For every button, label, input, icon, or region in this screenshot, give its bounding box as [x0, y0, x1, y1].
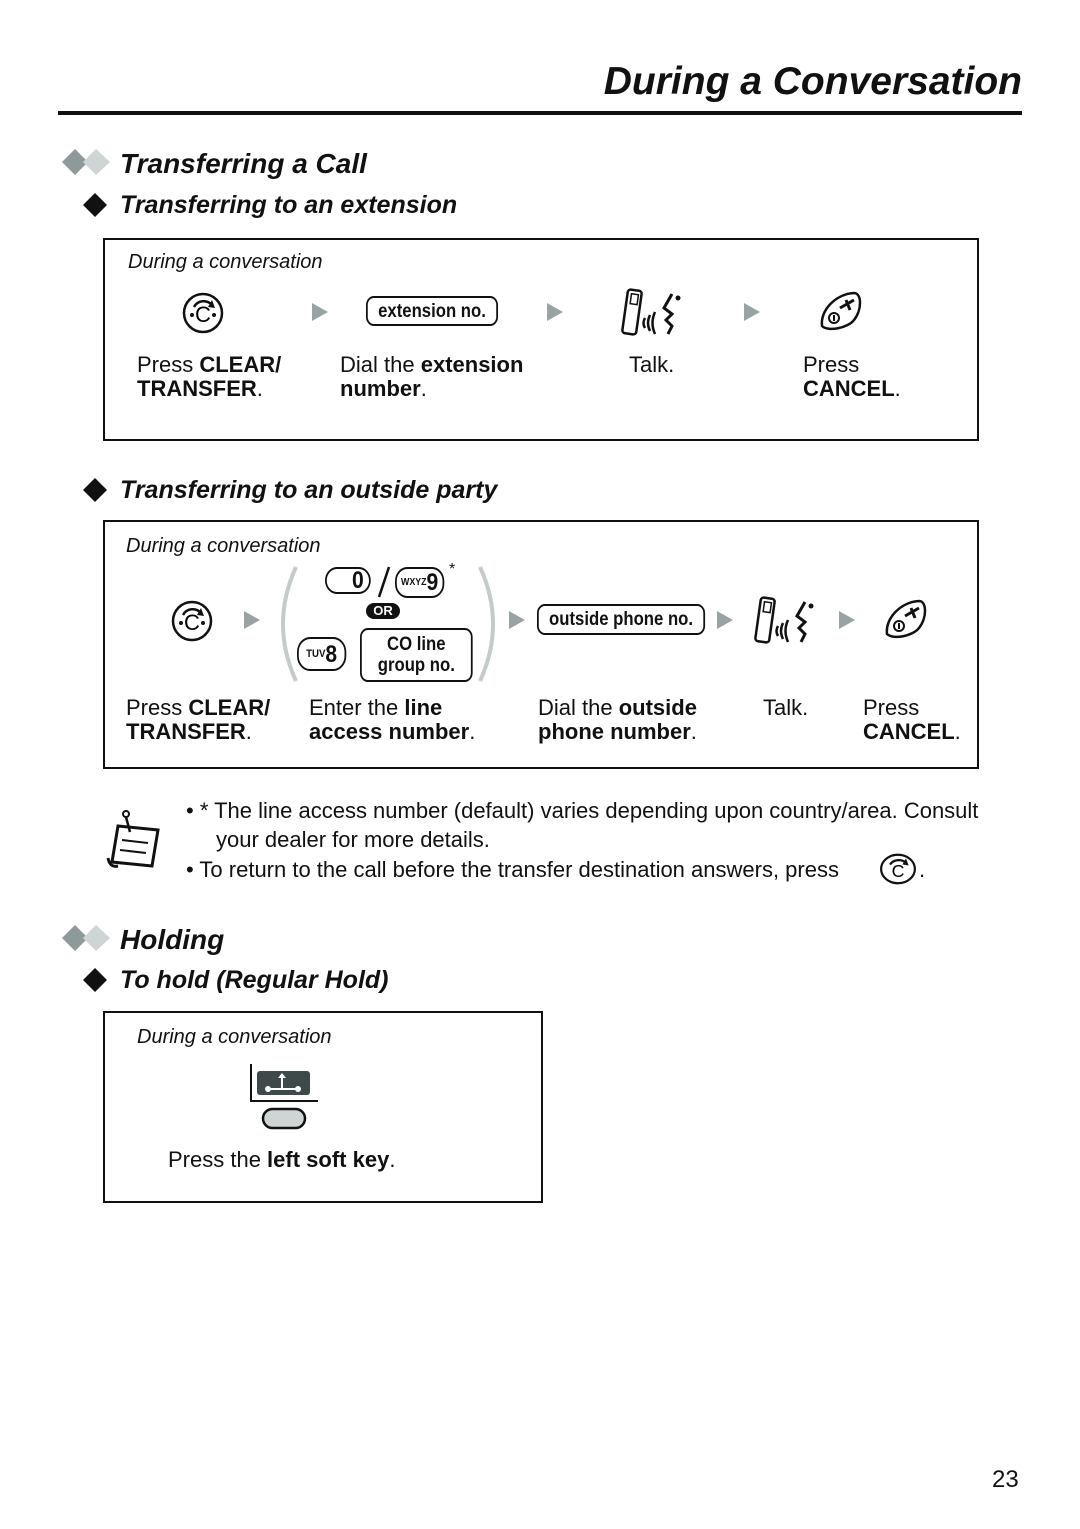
- condition-label: During a conversation: [128, 251, 323, 273]
- asterisk-note-mark: *: [449, 561, 456, 578]
- step-press-left-soft-key: Press the left soft key.: [168, 1147, 396, 1172]
- note-period: .: [919, 857, 926, 882]
- arrow-icon: [717, 611, 733, 629]
- svg-text:C: C: [184, 610, 200, 635]
- note-return-call: • To return to the call before the trans…: [186, 857, 839, 882]
- step-press-clear-transfer: Press CLEAR/ TRANSFER.: [137, 352, 282, 401]
- step-talk: Talk.: [763, 695, 809, 720]
- left-soft-key-icon: [250, 1064, 318, 1130]
- page-number: 23: [992, 1466, 1019, 1493]
- co-line-group-key: CO line group no.: [360, 628, 473, 682]
- arrow-icon: [839, 611, 855, 629]
- note-line-access: • * The line access number (default) var…: [186, 798, 979, 823]
- step-press-clear-transfer: Press CLEAR/ TRANSFER.: [126, 695, 271, 744]
- condition-label: During a conversation: [137, 1026, 332, 1048]
- diamond-icon: [83, 478, 107, 502]
- cancel-icon: [885, 599, 927, 639]
- subsection-title-regular-hold: To hold (Regular Hold): [120, 966, 389, 994]
- key-8: TUV 8: [297, 637, 347, 671]
- diamond-icon: [83, 193, 107, 217]
- arrow-icon: [509, 611, 525, 629]
- or-badge: OR: [366, 603, 400, 619]
- subsection-title-extension: Transferring to an extension: [120, 191, 458, 219]
- outside-phone-no-key: outside phone no.: [537, 604, 706, 635]
- page-header-title: During a Conversation: [603, 60, 1022, 103]
- step-enter-line-access: Enter the line access number.: [309, 695, 476, 744]
- clear-transfer-icon: C: [182, 292, 224, 334]
- extension-no-key: extension no.: [366, 296, 498, 326]
- svg-text:C: C: [892, 861, 905, 881]
- condition-label: During a conversation: [126, 535, 321, 557]
- arrow-icon: [312, 303, 328, 321]
- header-rule: [58, 111, 1022, 115]
- section-title-transfer: Transferring a Call: [120, 148, 367, 179]
- step-press-cancel: Press CANCEL.: [863, 695, 961, 744]
- subsection-title-outside: Transferring to an outside party: [120, 476, 498, 504]
- note-icon: [106, 810, 160, 868]
- arrow-icon: [547, 303, 563, 321]
- cancel-icon: [820, 291, 862, 331]
- step-dial-outside: Dial the outside phone number.: [538, 695, 697, 744]
- svg-text:C: C: [195, 302, 211, 327]
- talk-handset-icon: [621, 288, 681, 336]
- clear-transfer-icon: C: [880, 853, 916, 885]
- key-9: WXYZ 9: [395, 567, 445, 598]
- double-diamond-icon: [62, 149, 110, 175]
- step-dial-extension: Dial the extension number.: [340, 352, 524, 401]
- step-talk: Talk.: [629, 352, 675, 377]
- arrow-icon: [244, 611, 260, 629]
- note-line-access-cont: your dealer for more details.: [216, 827, 490, 852]
- slash: [377, 566, 391, 598]
- double-diamond-icon: [62, 925, 110, 951]
- diamond-icon: [83, 968, 107, 992]
- step-press-cancel: Press CANCEL.: [803, 352, 901, 401]
- arrow-icon: [744, 303, 760, 321]
- section-title-holding: Holding: [120, 924, 225, 955]
- talk-handset-icon: [754, 596, 814, 644]
- key-0: 0: [325, 567, 371, 594]
- clear-transfer-icon: C: [171, 600, 213, 642]
